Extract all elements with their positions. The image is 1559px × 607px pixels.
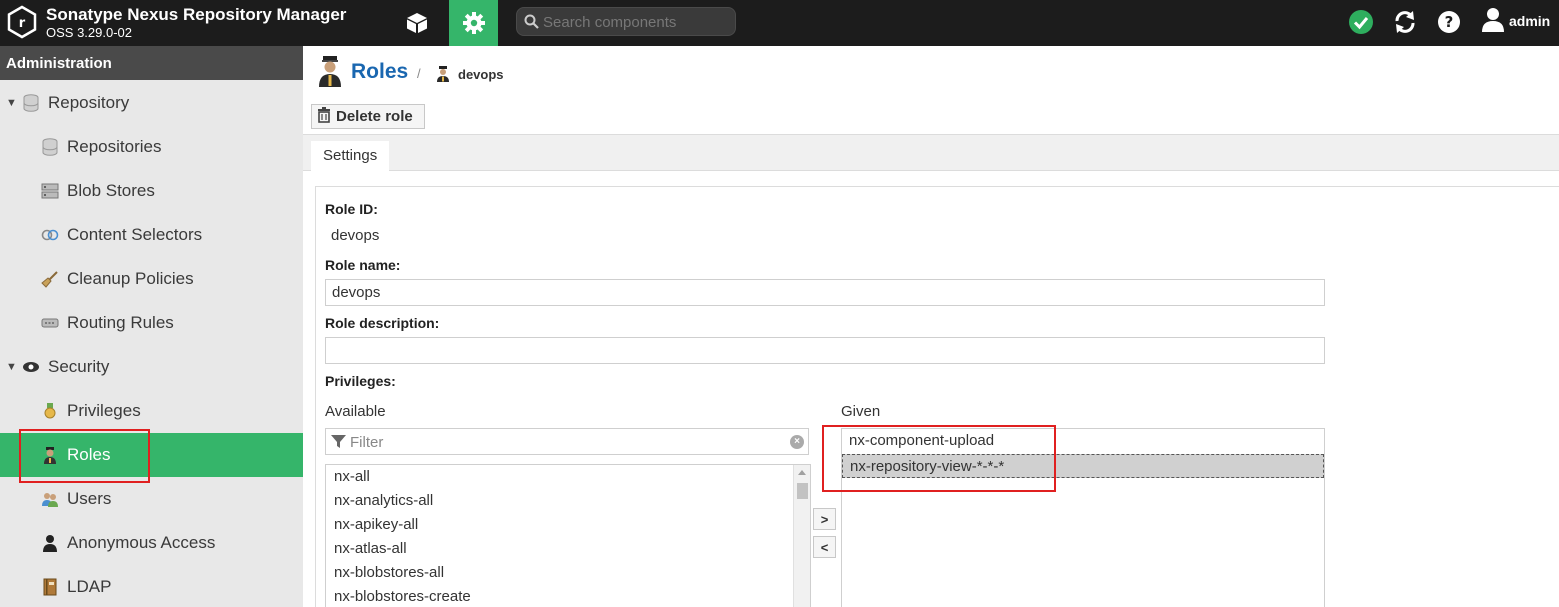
sidebar-item-label: LDAP — [67, 577, 112, 596]
sidebar-item-label: Content Selectors — [67, 225, 203, 244]
list-item[interactable]: nx-blobstores-create — [326, 585, 810, 607]
eye-icon — [22, 358, 40, 376]
sidebar-item-privileges[interactable]: Privileges — [0, 389, 303, 433]
svg-text:?: ? — [1445, 13, 1454, 31]
role-id-value: devops — [331, 227, 380, 244]
breadcrumb-current: devops — [458, 67, 504, 82]
sidebar-item-label: Users — [67, 489, 112, 508]
trash-icon — [317, 106, 331, 127]
breadcrumb-roles-link[interactable]: Roles — [351, 60, 408, 84]
person-icon — [41, 534, 59, 552]
list-item[interactable]: nx-atlas-all — [326, 537, 810, 561]
browse-cube-icon[interactable] — [397, 0, 437, 46]
sidebar-item-label: Repositories — [67, 137, 162, 156]
list-item[interactable]: nx-all — [326, 465, 810, 489]
tab-settings[interactable]: Settings — [311, 141, 390, 172]
caret-down-icon[interactable]: ▼ — [6, 97, 17, 109]
nexus-logo-icon[interactable]: r — [7, 5, 37, 39]
sidebar-item-routing-rules[interactable]: Routing Rules — [0, 301, 303, 345]
user-name[interactable]: admin — [1509, 13, 1550, 29]
app-title: Sonatype Nexus Repository Manager — [46, 5, 347, 24]
refresh-icon[interactable] — [1391, 8, 1419, 36]
sidebar-item-label: Anonymous Access — [67, 533, 216, 552]
role-name-label: Role name: — [325, 257, 401, 273]
remove-privilege-button[interactable]: < — [813, 536, 836, 558]
add-privilege-button[interactable]: > — [813, 508, 836, 530]
help-icon[interactable]: ? — [1435, 8, 1463, 36]
sidebar-section-security[interactable]: ▼ Security — [0, 345, 303, 389]
highlight-box — [822, 425, 1056, 492]
sidebar-item-label: Routing Rules — [67, 313, 174, 332]
filter-input[interactable] — [350, 431, 780, 453]
officer-icon — [317, 55, 343, 90]
sidebar-item-anonymous-access[interactable]: Anonymous Access — [0, 521, 303, 565]
book-icon — [41, 578, 59, 596]
scroll-up-icon[interactable] — [798, 470, 806, 475]
admin-gear-icon[interactable] — [449, 0, 498, 46]
sidebar-item-repositories[interactable]: Repositories — [0, 125, 303, 169]
highlight-box — [19, 429, 150, 483]
sidebar-item-label: Security — [48, 357, 110, 376]
role-description-input[interactable] — [325, 337, 1325, 364]
given-label: Given — [841, 403, 881, 420]
routing-icon — [41, 314, 59, 332]
top-bar: r Sonatype Nexus Repository Manager OSS … — [0, 0, 1559, 46]
search-icon — [524, 14, 539, 32]
available-scrollbar[interactable] — [793, 465, 810, 607]
delete-role-label: Delete role — [336, 108, 413, 125]
filter-icon — [331, 434, 346, 452]
svg-text:r: r — [19, 16, 26, 31]
sidebar-item-blob-stores[interactable]: Blob Stores — [0, 169, 303, 213]
caret-down-icon[interactable]: ▼ — [6, 361, 17, 373]
sidebar-header: Administration — [0, 46, 303, 80]
privilege-filter[interactable]: × — [325, 428, 809, 455]
delete-role-button[interactable]: Delete role — [311, 104, 425, 129]
sidebar-item-label: Cleanup Policies — [67, 269, 194, 288]
breadcrumb-separator: / — [417, 66, 421, 81]
users-icon — [41, 490, 59, 508]
sidebar-item-label: Blob Stores — [67, 181, 155, 200]
officer-icon — [436, 66, 450, 85]
main-content: Roles / devops Delete role Settings Role… — [303, 46, 1559, 607]
admin-sidebar: Administration ▼ Repository Repositories… — [0, 46, 303, 607]
sidebar-item-content-selectors[interactable]: Content Selectors — [0, 213, 303, 257]
sidebar-section-repository[interactable]: ▼ Repository — [0, 81, 303, 125]
sidebar-item-cleanup-policies[interactable]: Cleanup Policies — [0, 257, 303, 301]
database-icon — [41, 138, 59, 156]
privileges-label: Privileges: — [325, 373, 396, 389]
clear-filter-icon[interactable]: × — [790, 435, 804, 449]
role-id-label: Role ID: — [325, 201, 378, 217]
scroll-thumb[interactable] — [797, 483, 808, 499]
sidebar-item-ldap[interactable]: LDAP — [0, 565, 303, 607]
broom-icon — [41, 270, 59, 288]
database-icon — [22, 94, 40, 112]
server-icon — [41, 182, 59, 200]
app-version: OSS 3.29.0-02 — [46, 25, 132, 40]
role-name-input[interactable] — [325, 279, 1325, 306]
sidebar-item-users[interactable]: Users — [0, 477, 303, 521]
status-ok-icon[interactable] — [1347, 8, 1375, 36]
tab-bar: Settings — [303, 134, 1559, 172]
role-description-label: Role description: — [325, 315, 440, 331]
search-input[interactable] — [543, 11, 728, 33]
sidebar-item-label: Privileges — [67, 401, 141, 420]
medal-icon — [41, 402, 59, 420]
user-icon[interactable] — [1481, 7, 1505, 36]
list-item[interactable]: nx-analytics-all — [326, 489, 810, 513]
search-box[interactable] — [516, 7, 736, 36]
sidebar-item-label: Repository — [48, 93, 130, 112]
list-item[interactable]: nx-blobstores-all — [326, 561, 810, 585]
available-privileges-list[interactable]: nx-all nx-analytics-all nx-apikey-all nx… — [325, 464, 811, 607]
list-item[interactable]: nx-apikey-all — [326, 513, 810, 537]
available-label: Available — [325, 403, 386, 420]
selector-icon — [41, 226, 59, 244]
